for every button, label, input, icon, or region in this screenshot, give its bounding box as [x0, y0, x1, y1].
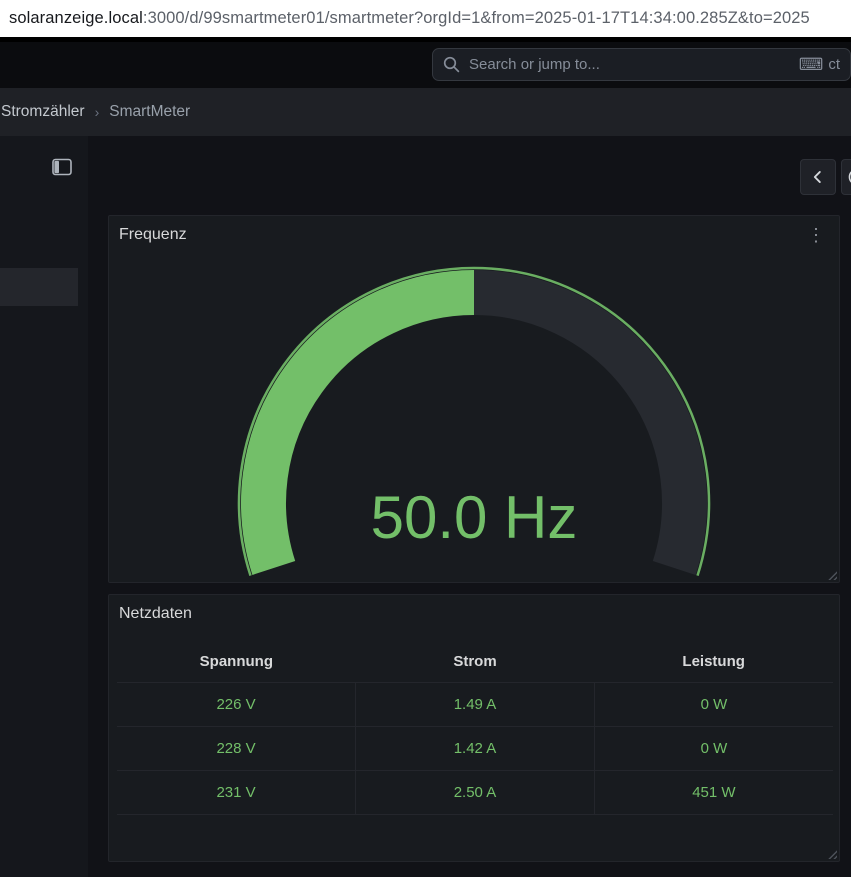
table-cell: 1.49 A	[356, 683, 595, 727]
gauge-value: 50.0 Hz	[371, 484, 578, 551]
table-cell: 231 V	[117, 771, 356, 815]
resize-handle-icon[interactable]	[826, 848, 837, 859]
table-cell: 228 V	[117, 727, 356, 771]
panel-netzdaten: Netzdaten Spannung Strom Leistung 226 V …	[108, 594, 840, 862]
column-header-spannung: Spannung	[117, 641, 356, 683]
table-cell: 0 W	[594, 727, 833, 771]
column-header-leistung: Leistung	[594, 641, 833, 683]
time-range-picker-button[interactable]	[841, 159, 851, 195]
netzdaten-table: Spannung Strom Leistung 226 V 1.49 A 0 W…	[117, 641, 833, 815]
column-header-strom: Strom	[356, 641, 595, 683]
panel-frequenz: Frequenz ⋮ 50.0 Hz	[108, 215, 840, 583]
url-host: solaranzeige.local	[9, 9, 143, 28]
collapse-controls-button[interactable]	[800, 159, 836, 195]
grafana-top-nav: Search or jump to... ⌨ ct	[0, 42, 851, 88]
table-cell: 226 V	[117, 683, 356, 727]
breadcrumb-separator-icon: ›	[95, 104, 100, 120]
resize-handle-icon[interactable]	[826, 569, 837, 580]
kebab-menu-icon[interactable]: ⋮	[803, 224, 829, 246]
panel-title-netzdaten[interactable]: Netzdaten	[119, 605, 192, 623]
search-placeholder: Search or jump to...	[469, 56, 600, 73]
dashboard-canvas: Frequenz ⋮ 50.0 Hz Netzdaten Spannung St…	[88, 136, 851, 877]
search-icon	[443, 56, 460, 73]
table-cell: 2.50 A	[356, 771, 595, 815]
breadcrumb: Stromzähler › SmartMeter	[0, 88, 851, 136]
table-row: 231 V 2.50 A 451 W	[117, 771, 833, 815]
search-shortcut-label: ct	[828, 56, 840, 73]
frequency-gauge: 50.0 Hz	[234, 266, 714, 581]
search-shortcut: ⌨ ct	[799, 56, 840, 73]
table-cell: 1.42 A	[356, 727, 595, 771]
table-cell: 0 W	[594, 683, 833, 727]
table-row: 228 V 1.42 A 0 W	[117, 727, 833, 771]
sidebar-item-active[interactable]	[0, 268, 78, 306]
table-row: 226 V 1.49 A 0 W	[117, 683, 833, 727]
dock-sidebar-icon[interactable]	[50, 155, 74, 179]
panel-header: Netzdaten	[109, 595, 839, 633]
url-path: :3000/d/99smartmeter01/smartmeter?orgId=…	[143, 9, 810, 28]
breadcrumb-item-stromzaehler[interactable]: Stromzähler	[1, 103, 85, 121]
browser-address-bar[interactable]: solaranzeige.local:3000/d/99smartmeter01…	[0, 0, 851, 37]
panel-header: Frequenz ⋮	[109, 216, 839, 254]
chevron-left-icon	[807, 166, 829, 188]
keyboard-icon: ⌨	[799, 56, 824, 73]
left-sidebar	[0, 136, 88, 877]
panel-title-frequenz[interactable]: Frequenz	[119, 226, 187, 244]
table-header-row: Spannung Strom Leistung	[117, 641, 833, 683]
search-input[interactable]: Search or jump to... ⌨ ct	[432, 48, 851, 81]
clock-icon	[846, 166, 851, 188]
breadcrumb-item-smartmeter[interactable]: SmartMeter	[109, 103, 190, 121]
table-cell: 451 W	[594, 771, 833, 815]
